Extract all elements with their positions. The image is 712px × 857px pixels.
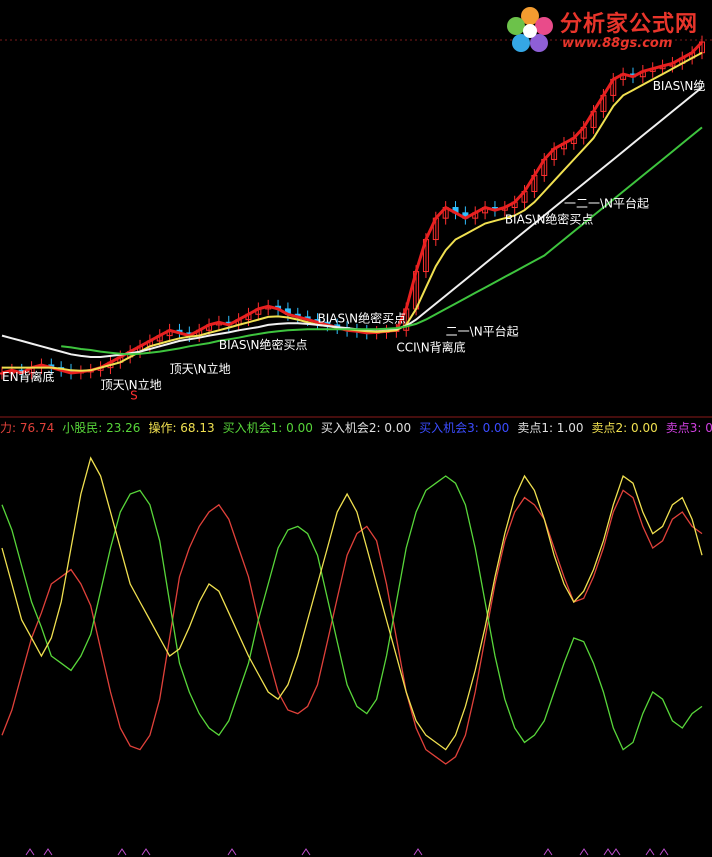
price-annotation: BIAS\N绝密买点 [317,310,406,325]
legend-item: 买入机会3: 0.00 [419,421,510,435]
price-annotation: BIAS\N绝密买点 [219,337,308,352]
legend-item: 卖点3: 0.00 [665,421,712,435]
price-annotation: CCI\N背离底 [396,340,465,355]
legend-item: 卖点1: 1.00 [517,421,584,435]
legend-item: 力: 76.74 [0,421,55,435]
site-logo: 分析家公式网 www.88gs.com [504,4,704,56]
flower-logo-icon [507,7,553,52]
legend-item: 买入机会2: 0.00 [320,421,412,435]
price-annotation: 二一\N平台起 [446,324,519,339]
price-annotation: S [130,389,138,403]
legend-item: 小股民: 23.26 [62,421,141,435]
logo-chinese-text: 分析家公式网 [560,12,699,37]
price-annotation: 顶天\N立地 [170,361,231,376]
price-annotation: 一二一\N平台起 [564,196,649,211]
logo-url-text: www.88gs.com [562,36,673,51]
price-annotation: EN背离底 [2,369,55,384]
legend-item: 买入机会1: 0.00 [222,421,313,435]
price-annotation: BIAS\N绝 [653,78,706,93]
legend-item: 操作: 68.13 [148,421,215,435]
oscillator-legend: 力: 76.74 小股民: 23.26 操作: 68.13 买入机会1: 0.00 买入… [0,419,712,437]
price-annotation: BIAS\N绝密买点 [505,212,594,227]
legend-item: 卖点2: 0.00 [591,421,658,435]
